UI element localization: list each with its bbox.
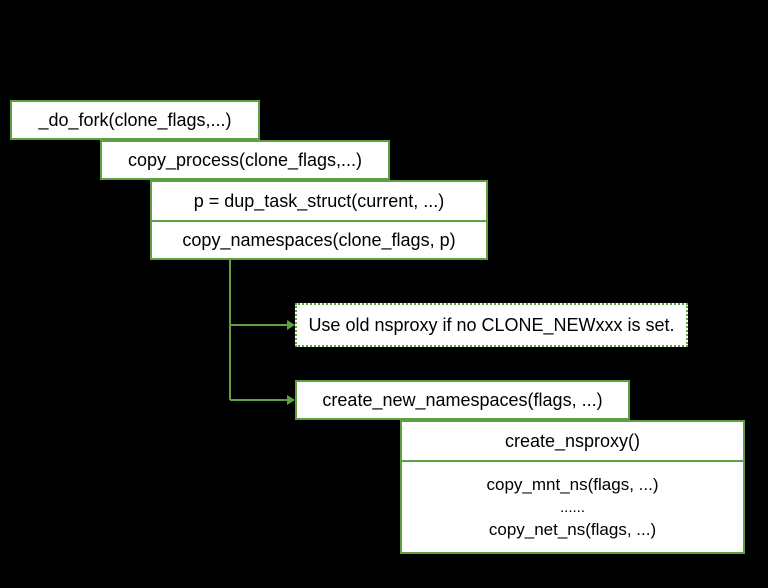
create-new-ns-box: create_new_namespaces(flags, ...) (295, 380, 630, 420)
copy-namespaces-label: copy_namespaces(clone_flags, p) (182, 230, 455, 251)
old-nsproxy-box: Use old nsproxy if no CLONE_NEWxxx is se… (295, 303, 688, 347)
dup-task-label: p = dup_task_struct(current, ...) (194, 191, 445, 212)
old-nsproxy-label: Use old nsproxy if no CLONE_NEWxxx is se… (308, 315, 674, 336)
copy-net-ns-label: copy_net_ns(flags, ...) (489, 518, 656, 542)
copy-process-label: copy_process(clone_flags,...) (128, 150, 362, 171)
ellipsis-label: ...... (560, 497, 585, 518)
do-fork-box: _do_fork(clone_flags,...) (10, 100, 260, 140)
copy-mnt-ns-label: copy_mnt_ns(flags, ...) (487, 473, 659, 497)
do-fork-label: _do_fork(clone_flags,...) (38, 110, 231, 131)
create-new-ns-label: create_new_namespaces(flags, ...) (322, 390, 602, 411)
nsproxy-copy-box: create_nsproxy() copy_mnt_ns(flags, ...)… (400, 420, 745, 554)
dup-copy-box: p = dup_task_struct(current, ...) copy_n… (150, 180, 488, 260)
copy-process-box: copy_process(clone_flags,...) (100, 140, 390, 180)
create-nsproxy-label: create_nsproxy() (505, 431, 640, 452)
